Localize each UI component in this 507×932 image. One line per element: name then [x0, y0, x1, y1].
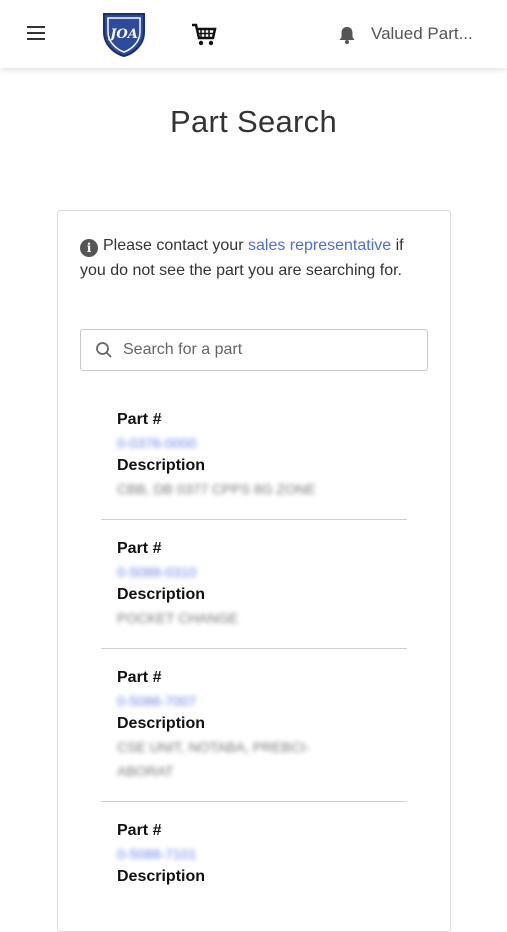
- description-label: Description: [117, 715, 206, 732]
- contact-notice: i Please contact your sales representativ…: [80, 233, 432, 283]
- part-number-link[interactable]: 0-5086-7007: [117, 689, 196, 713]
- notice-text-before: Please contact your: [103, 237, 244, 254]
- part-description-line-2: ABORAT: [117, 763, 174, 779]
- list-item: Part # 0-0376-0000 Description CBB, DB 0…: [101, 391, 407, 520]
- description-label: Description: [117, 457, 206, 474]
- part-search-card: i Please contact your sales representativ…: [57, 210, 451, 932]
- list-item: Part # 0-5088-7101 Description: [101, 802, 407, 906]
- search-icon: [96, 342, 112, 358]
- svg-text:JOA: JOA: [107, 27, 138, 42]
- user-account-menu[interactable]: Valued Part...: [371, 24, 473, 44]
- company-logo[interactable]: JOA: [100, 10, 148, 58]
- part-description: CBB, DB 0377 CPPS 8G ZONE: [117, 481, 316, 497]
- part-number-link[interactable]: 0-5088-7101: [117, 842, 196, 866]
- part-description: CSE UNIT, NOTABA, PREBCI-: [117, 739, 310, 755]
- list-item: Part # 0-5086-7007 Description CSE UNIT,…: [101, 649, 407, 802]
- parts-list: Part # 0-0376-0000 Description CBB, DB 0…: [101, 391, 407, 906]
- search-box[interactable]: [80, 329, 428, 371]
- page-title: Part Search: [170, 104, 337, 139]
- top-navigation-bar: JOA Valued Part...: [0, 0, 507, 68]
- part-number-label: Part #: [117, 822, 162, 839]
- cart-icon[interactable]: [190, 21, 218, 49]
- part-number-label: Part #: [117, 669, 162, 686]
- search-input[interactable]: [123, 330, 417, 370]
- part-number-label: Part #: [117, 411, 162, 428]
- sales-representative-link[interactable]: sales representative: [248, 237, 391, 254]
- description-label: Description: [117, 586, 206, 603]
- part-description: POCKET CHANGE: [117, 610, 239, 626]
- bell-icon[interactable]: [337, 25, 357, 45]
- hamburger-menu-icon[interactable]: [24, 22, 48, 46]
- list-item: Part # 0-5088-0310 Description POCKET CH…: [101, 520, 407, 649]
- part-number-link[interactable]: 0-5088-0310: [117, 560, 196, 584]
- info-icon: i: [80, 239, 98, 257]
- description-label: Description: [117, 868, 206, 885]
- part-number-label: Part #: [117, 540, 162, 557]
- part-number-link[interactable]: 0-0376-0000: [117, 431, 196, 455]
